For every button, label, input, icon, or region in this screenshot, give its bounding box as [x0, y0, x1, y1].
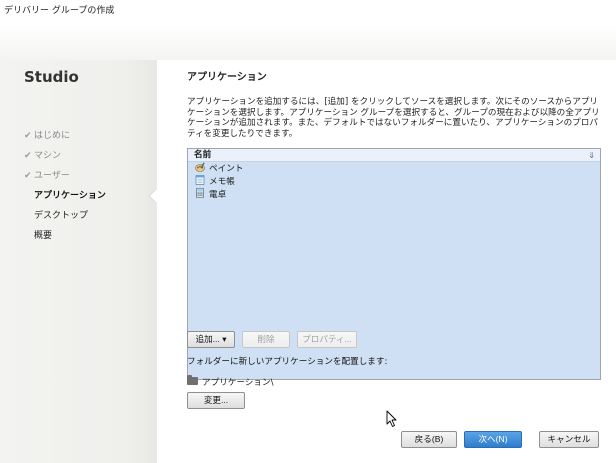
calculator-icon: [195, 187, 206, 199]
step-summary: 概要: [34, 231, 53, 241]
brand-label: Studio: [24, 68, 79, 86]
wizard-steps: ✔ はじめに ✔ マシン ✔ ユーザー アプリケーション デスクトップ 概要: [24, 126, 106, 246]
folder-path: アプリケーション\: [187, 375, 273, 388]
step-machines[interactable]: ✔ マシン: [24, 146, 106, 166]
step-applications: アプリケーション: [34, 191, 106, 201]
remove-button[interactable]: 削除: [242, 331, 290, 348]
check-icon: ✔: [24, 171, 32, 181]
page-description: アプリケーションを追加するには、[追加] をクリックしてソースを選択します。次に…: [187, 97, 600, 139]
back-button[interactable]: 戻る(B): [401, 431, 457, 448]
main-panel: アプリケーション アプリケーションを追加するには、[追加] をクリックしてソース…: [160, 60, 616, 463]
header-band: [0, 24, 616, 60]
check-icon: ✔: [24, 151, 32, 161]
sort-icon: ⇓: [588, 151, 595, 160]
window-title: デリバリー グループの作成: [4, 6, 115, 16]
folder-icon: [187, 375, 198, 385]
change-button[interactable]: 変更...: [187, 392, 245, 409]
list-item[interactable]: 電卓: [188, 187, 600, 201]
paint-icon: [195, 162, 206, 172]
next-button[interactable]: 次へ(N): [464, 431, 522, 448]
list-item[interactable]: メモ帳: [188, 175, 600, 188]
check-icon: ✔: [24, 131, 32, 141]
folder-label: フォルダーに新しいアプリケーションを配置します:: [187, 357, 388, 367]
step-desktops: デスクトップ: [34, 211, 89, 221]
properties-button[interactable]: プロパティ...: [297, 331, 357, 348]
cancel-button[interactable]: キャンセル: [539, 431, 599, 448]
list-item[interactable]: ペイント: [188, 162, 600, 175]
notepad-icon: [195, 175, 206, 185]
mouse-cursor-icon: [386, 410, 397, 427]
add-button[interactable]: 追加... ▾: [187, 331, 235, 348]
step-introduction[interactable]: ✔ はじめに: [24, 126, 106, 146]
wizard-sidebar: Studio ✔ はじめに ✔ マシン ✔ ユーザー アプリケーション デスクトップ …: [0, 60, 157, 463]
step-users[interactable]: ✔ ユーザー: [24, 166, 106, 186]
window-titlebar: デリバリー グループの作成: [0, 0, 616, 24]
column-header-name[interactable]: 名前 ⇓: [188, 149, 600, 162]
page-title: アプリケーション: [187, 72, 267, 83]
